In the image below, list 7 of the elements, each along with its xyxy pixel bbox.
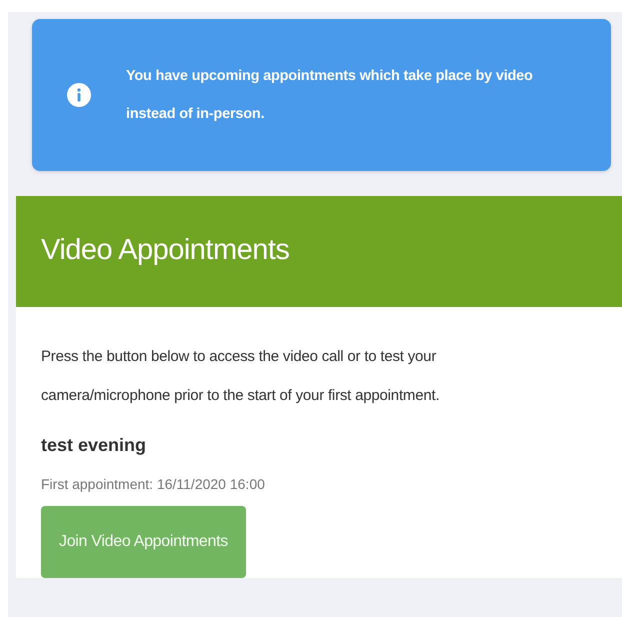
alert-message: You have upcoming appointments which take place by video instead of in-person. [126,67,534,124]
join-button[interactable]: Join Video Appointments [41,506,246,578]
info-icon [67,83,91,107]
card-title: Video Appointments [16,196,622,307]
intro-text: Press the button below to access the video call or to test your camera/microphone prior to the start of your first appointment. [41,347,440,406]
appointment-name: test evening [41,435,148,456]
appointment-time: First appointment: 16/11/2020 16:00 [41,476,266,492]
